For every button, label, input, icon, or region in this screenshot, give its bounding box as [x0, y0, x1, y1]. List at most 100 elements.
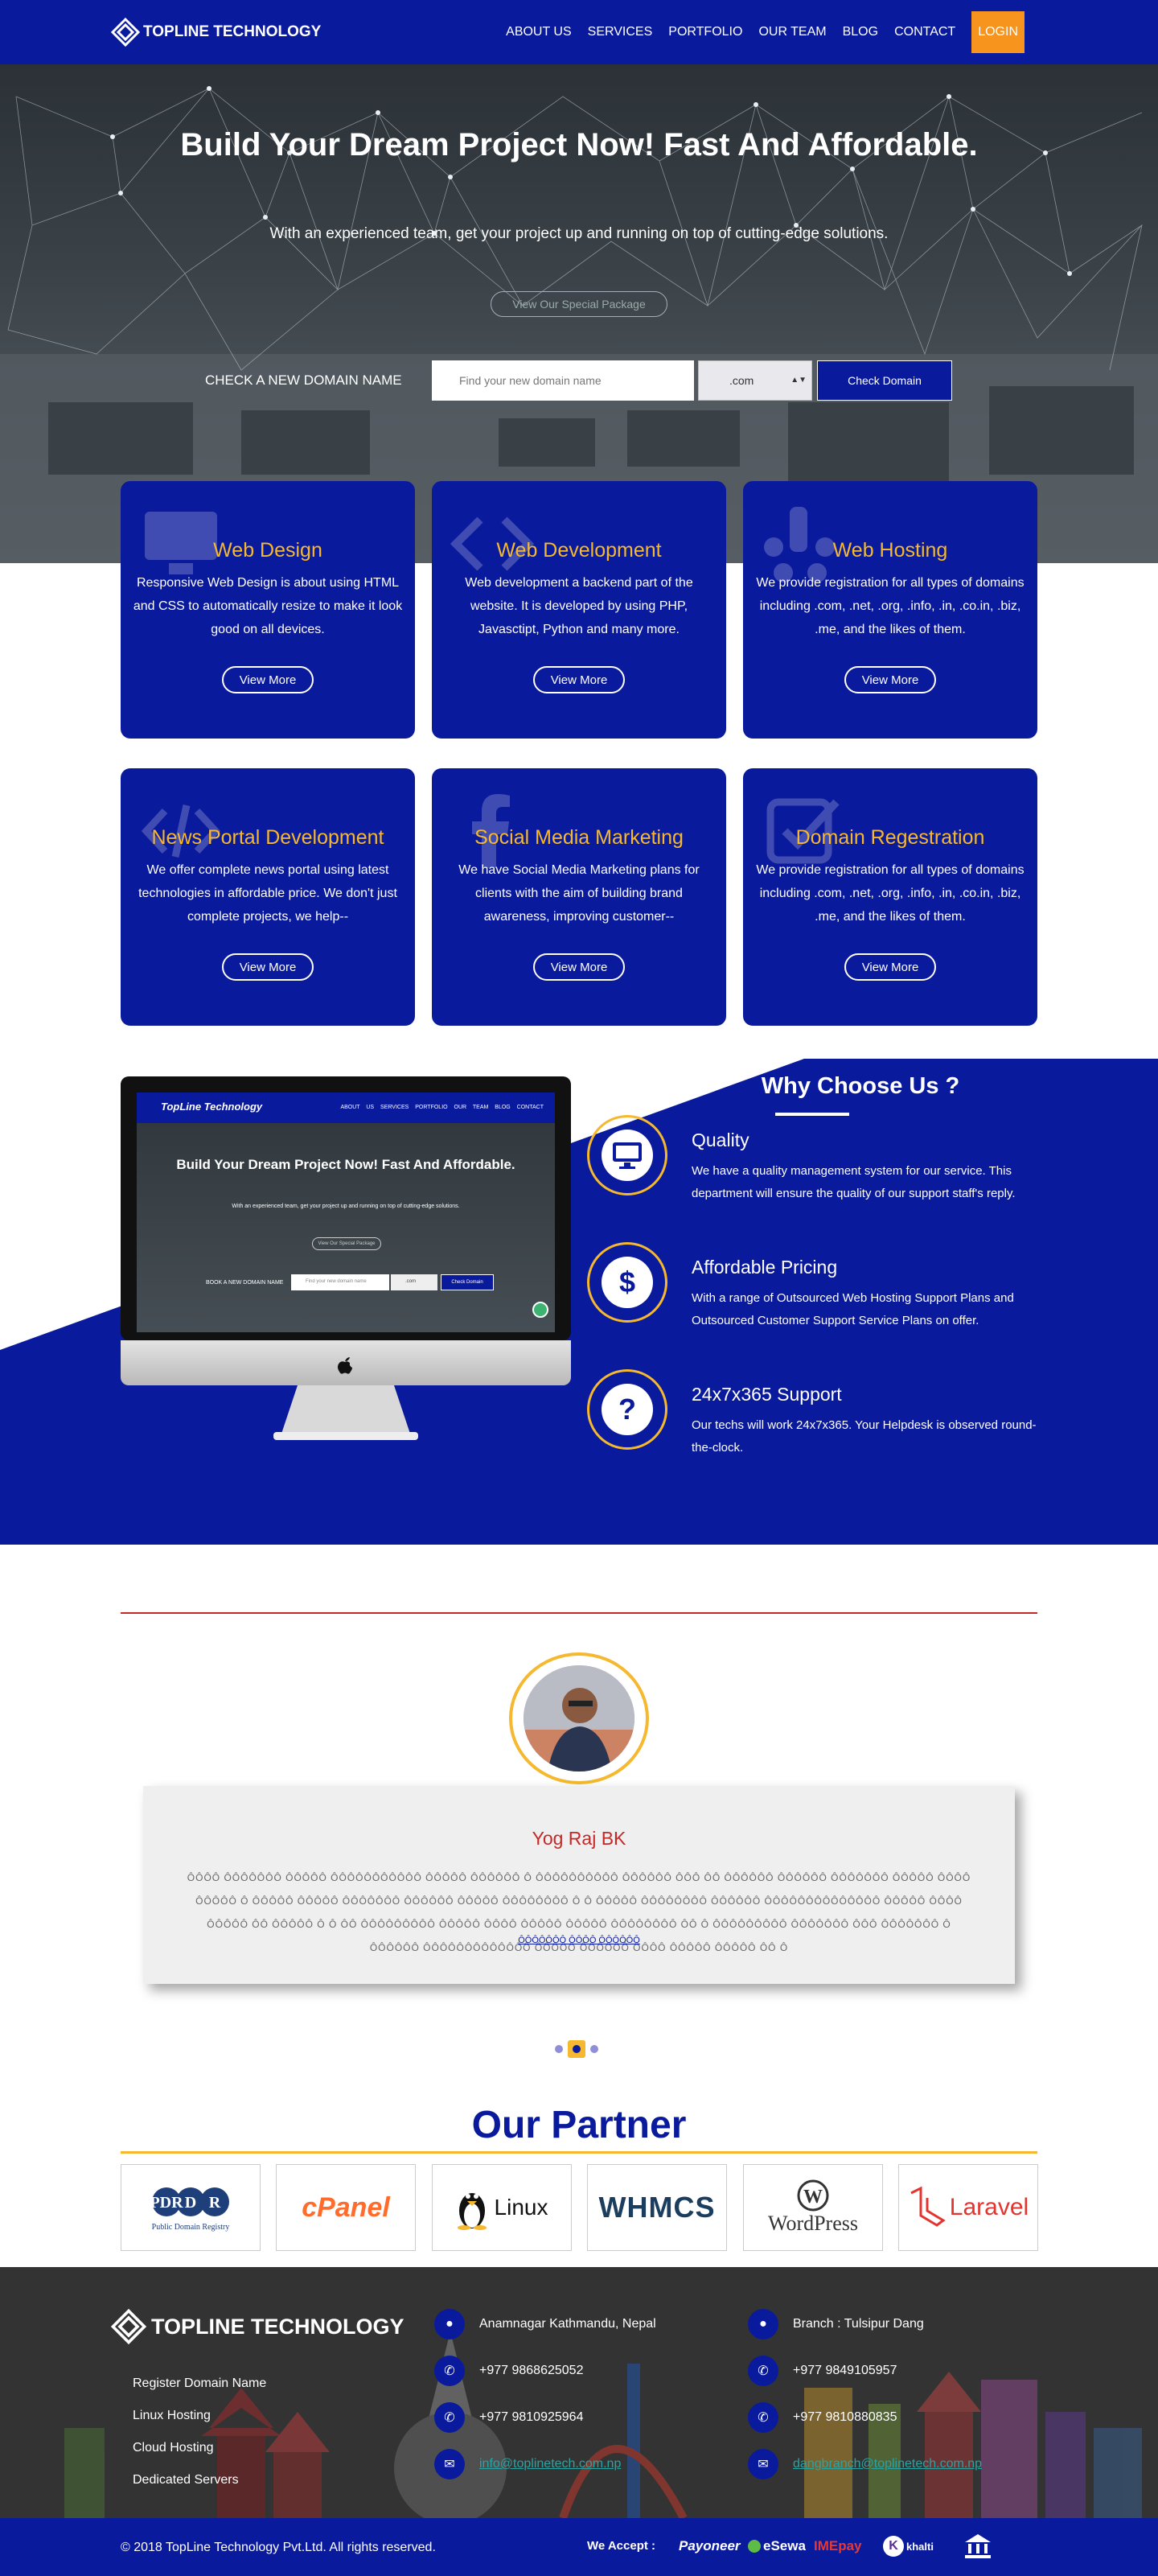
testimonial-name: Yog Raj BK [532, 1828, 626, 1849]
service-description: We offer complete news portal using late… [138, 863, 397, 924]
title-underline [775, 1113, 849, 1116]
service-card-domain-registration: Domain Regestration We provide registrat… [743, 768, 1037, 1026]
hero-title: Build Your Dream Project Now! Fast And A… [180, 127, 978, 163]
carousel-dots [555, 2040, 598, 2058]
wordpress-logo-text: WordPress [767, 2212, 858, 2235]
logo-icon [111, 2309, 146, 2344]
apple-logo-icon [338, 1357, 352, 1374]
partner-logo-cpanel[interactable]: cPanel [276, 2164, 416, 2251]
feature-icon-quality [587, 1115, 667, 1195]
nav-our-team[interactable]: OUR TEAM [758, 25, 826, 39]
tux-penguin-icon [457, 2193, 487, 2230]
feature-description: With a range of Outsourced Web Hosting S… [692, 1291, 1014, 1327]
office-address: Anamnagar Kathmandu, Nepal [479, 2317, 656, 2331]
testimonial-read-more-link[interactable]: ÔÔÔÔÔÔÔ ÔÔÔÔ ÔÔÔÔÔÔ [143, 1936, 1015, 1945]
footer-link-linux-hosting[interactable]: Linux Hosting [133, 2409, 211, 2423]
footer-link-cloud-hosting[interactable]: Cloud Hosting [133, 2441, 214, 2455]
branch-phone-2: +977 9810880835 [793, 2410, 897, 2424]
view-more-button[interactable]: View More [844, 666, 936, 693]
feature-description: We have a quality management system for … [692, 1164, 1016, 1200]
service-card-social-media: Social Media Marketing We have Social Me… [432, 768, 726, 1026]
view-more-button[interactable]: View More [533, 953, 625, 981]
view-more-button[interactable]: View More [222, 666, 314, 693]
mockup-navbar: TopLine Technology ABOUT US SERVICES POR… [137, 1093, 555, 1123]
partner-logo-laravel[interactable]: Laravel [898, 2164, 1038, 2251]
location-pin-icon: ● [434, 2309, 465, 2339]
nav-menu: ABOUT US SERVICES PORTFOLIO OUR TEAM BLO… [490, 11, 1025, 53]
mockup-check-button: Check Domain [441, 1274, 494, 1290]
brand-logo[interactable]: TOPLINE TECHNOLOGY [111, 18, 321, 47]
monitor-stand [273, 1385, 418, 1440]
testimonial-card: Yog Raj BK ÔÔÔÔ ÔÔÔÔÔÔÔ ÔÔÔÔÔ ÔÔÔÔÔÔÔÔÔÔ… [143, 1786, 1015, 1984]
service-title: Domain Regestration [795, 826, 985, 849]
pdr-caption: Public Domain Registry [152, 2223, 230, 2232]
special-package-button[interactable]: View Our Special Package [491, 291, 667, 317]
mockup-domain-select: .com [391, 1274, 437, 1290]
service-description: Responsive Web Design is about using HTM… [133, 576, 403, 636]
domain-search-input[interactable] [432, 360, 694, 401]
hero-subtitle: With an experienced team, get your proje… [269, 225, 889, 242]
nav-blog[interactable]: BLOG [843, 25, 878, 39]
pdr-logo: PDR D R Public Domain Registry [150, 2187, 230, 2232]
branch-address: Branch : Tulsipur Dang [793, 2317, 924, 2331]
logo-icon [111, 18, 140, 47]
login-button[interactable]: LOGIN [971, 11, 1025, 53]
mockup-package-button: View Our Special Package [312, 1237, 381, 1250]
pdr-letter-p: PDR [150, 2194, 183, 2212]
svg-text:W: W [803, 2187, 823, 2208]
partner-logo-wordpress[interactable]: W WordPress [743, 2164, 883, 2251]
nav-contact[interactable]: CONTACT [894, 25, 955, 39]
service-description: Web development a backend part of the we… [465, 576, 693, 636]
footer-brand-logo[interactable]: TOPLINE TECHNOLOGY [111, 2309, 404, 2344]
partner-logo-whmcs[interactable]: WHMCS [587, 2164, 727, 2251]
mockup-nav-links: ABOUT US SERVICES PORTFOLIO OUR TEAM BLO… [340, 1105, 544, 1110]
dollar-icon: $ [602, 1257, 653, 1308]
branch-email-link[interactable]: dangbranch@toplinetech.com.np [793, 2457, 982, 2471]
envelope-icon: ✉ [748, 2449, 778, 2479]
monitor-screen: TopLine Technology ABOUT US SERVICES POR… [137, 1093, 555, 1332]
view-more-button[interactable]: View More [533, 666, 625, 693]
feature-title: Affordable Pricing [692, 1257, 838, 1278]
footer-link-dedicated-servers[interactable]: Dedicated Servers [133, 2473, 239, 2488]
service-card-web-design: Web Design Responsive Web Design is abou… [121, 481, 415, 739]
view-more-button[interactable]: View More [844, 953, 936, 981]
nav-services[interactable]: SERVICES [588, 25, 653, 39]
office-email-link[interactable]: info@toplinetech.com.np [479, 2457, 621, 2471]
phone-icon: ✆ [434, 2356, 465, 2386]
carousel-dot-active[interactable] [568, 2040, 585, 2058]
bank-icon [965, 2534, 991, 2558]
service-description: We provide registration for all types of… [756, 863, 1025, 924]
office-phone-1: +977 9868625052 [479, 2364, 584, 2377]
partner-logo-pdr[interactable]: PDR D R Public Domain Registry [121, 2164, 261, 2251]
monitor-mockup: TopLine Technology ABOUT US SERVICES POR… [121, 1076, 571, 1440]
linux-logo-text: Linux [494, 2195, 548, 2220]
domain-search-label: CHECK A NEW DOMAIN NAME [205, 372, 402, 388]
khalti-logo-text: khalti [906, 2540, 934, 2553]
khalti-logo: K khalti [883, 2533, 934, 2560]
partner-logo-linux[interactable]: Linux [432, 2164, 572, 2251]
mockup-hero-title: Build Your Dream Project Now! Fast And A… [176, 1157, 515, 1172]
feature-title: 24x7x365 Support [692, 1384, 842, 1405]
imepay-logo: IMEpay [814, 2538, 862, 2553]
footer-link-register-domain[interactable]: Register Domain Name [133, 2376, 266, 2391]
branch-phone-1: +977 9849105957 [793, 2364, 897, 2377]
check-domain-button[interactable]: Check Domain [817, 360, 952, 401]
mockup-domain-input: Find your new domain name [291, 1274, 389, 1290]
phone-icon: ✆ [748, 2402, 778, 2433]
carousel-dot[interactable] [590, 2045, 598, 2053]
partners-underline [121, 2151, 1037, 2154]
view-more-button[interactable]: View More [222, 953, 314, 981]
copyright-text: © 2018 TopLine Technology Pvt.Ltd. All r… [121, 2541, 436, 2554]
mockup-hero-subtitle: With an experienced team, get your proje… [232, 1204, 460, 1209]
top-navbar: TOPLINE TECHNOLOGY ABOUT US SERVICES POR… [0, 0, 1158, 64]
domain-extension-select[interactable]: .com ▲▼ [698, 360, 812, 401]
monitor-icon [613, 1142, 642, 1169]
nav-about-us[interactable]: ABOUT US [506, 25, 572, 39]
we-accept-label: We Accept : [587, 2539, 656, 2553]
payoneer-logo: Payoneer [679, 2538, 741, 2553]
nav-portfolio[interactable]: PORTFOLIO [668, 25, 742, 39]
testimonial-avatar-ring [509, 1652, 649, 1784]
laravel-icon [910, 2187, 946, 2227]
mockup-domain-label: BOOK A NEW DOMAIN NAME [206, 1280, 284, 1286]
carousel-dot[interactable] [555, 2045, 563, 2053]
